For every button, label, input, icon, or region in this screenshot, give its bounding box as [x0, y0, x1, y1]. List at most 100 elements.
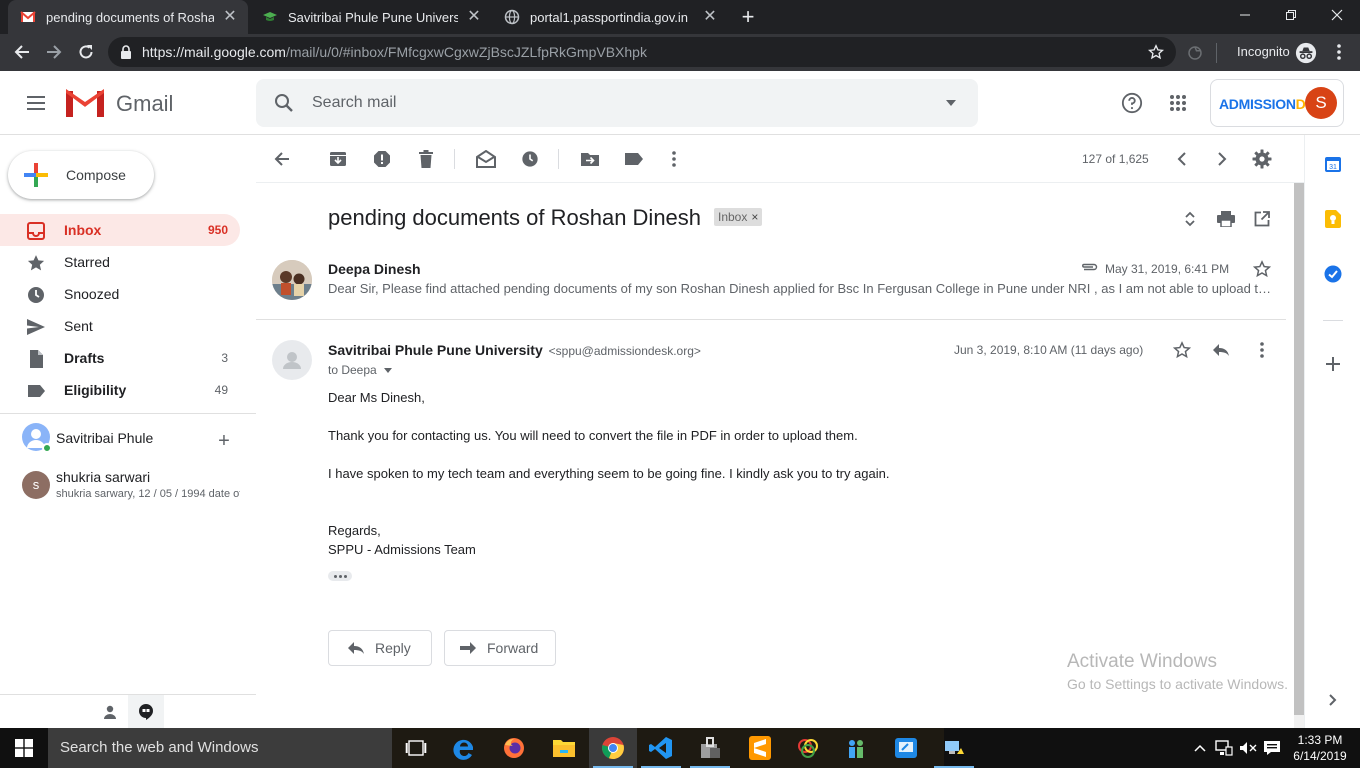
taskbar-file-explorer[interactable] — [540, 728, 588, 768]
newer-button[interactable] — [1170, 147, 1194, 171]
taskbar-edge[interactable] — [440, 728, 488, 768]
apps-button[interactable] — [1162, 87, 1194, 119]
delete-button[interactable] — [414, 147, 438, 171]
settings-button[interactable] — [1250, 147, 1274, 171]
taskbar-app-circles[interactable] — [784, 728, 832, 768]
reload-button[interactable] — [72, 38, 100, 66]
taskbar-remote-desktop[interactable] — [882, 728, 930, 768]
contacts-tab[interactable] — [92, 695, 128, 729]
minimize-button[interactable] — [1222, 0, 1268, 30]
taskbar-network-app[interactable] — [930, 728, 978, 768]
recipients-toggle[interactable]: to Deepa — [328, 363, 393, 377]
close-window-button[interactable] — [1314, 0, 1360, 30]
move-to-button[interactable] — [578, 147, 602, 171]
sidebar-item-label: Inbox — [64, 222, 102, 238]
taskbar-vscode[interactable] — [637, 728, 685, 768]
close-icon[interactable]: ✕ — [222, 9, 238, 25]
bookmark-star-icon[interactable] — [1148, 44, 1164, 60]
expand-all-button[interactable] — [1178, 207, 1202, 231]
remove-label-icon[interactable]: × — [751, 210, 758, 224]
browser-tab-gmail[interactable]: pending documents of Roshan Dinesh ✕ — [8, 0, 248, 34]
message-date[interactable]: Jun 3, 2019, 8:10 AM (11 days ago) — [954, 343, 1143, 357]
search-input[interactable] — [312, 91, 912, 115]
taskbar-chrome[interactable] — [589, 728, 637, 768]
sender-name[interactable]: Deepa Dinesh — [328, 261, 421, 277]
search-icon[interactable] — [272, 91, 296, 115]
hangouts-tab[interactable] — [128, 695, 164, 729]
sender-name[interactable]: Savitribai Phule Pune University <sppu@a… — [328, 342, 701, 358]
url-path: /mail/u/0/#inbox/FMfcgxwCgxwZjBscJZLfpRk… — [285, 44, 647, 60]
back-to-inbox-button[interactable] — [270, 147, 294, 171]
taskbar-app-security[interactable] — [686, 728, 734, 768]
older-button[interactable] — [1210, 147, 1234, 171]
add-contact-button[interactable]: + — [214, 431, 234, 451]
avatar[interactable]: S — [1305, 87, 1337, 119]
message-snippet[interactable]: Dear Sir, Please find attached pending d… — [328, 281, 1273, 296]
open-in-new-window-button[interactable] — [1250, 207, 1274, 231]
snooze-button[interactable] — [518, 147, 542, 171]
windows-taskbar: Search the web and Windows 1:33 PM 6/14/… — [0, 728, 1360, 768]
keep-addon[interactable] — [1323, 209, 1343, 229]
sidebar-item-starred[interactable]: Starred — [0, 246, 240, 278]
account-switcher[interactable]: ADMISSIONDESK S — [1210, 79, 1344, 127]
new-tab-button[interactable]: + — [736, 5, 760, 29]
calendar-addon[interactable]: 31 — [1323, 154, 1343, 174]
chrome-icon — [602, 737, 624, 760]
browser-tab-sppu[interactable]: Savitribai Phule Pune University ✕ — [250, 0, 492, 34]
taskbar-search-box[interactable]: Search the web and Windows — [48, 728, 392, 768]
show-hidden-icons-button[interactable] — [1190, 738, 1210, 758]
show-side-panel-button[interactable] — [1323, 690, 1343, 710]
taskbar-clock[interactable]: 1:33 PM 6/14/2019 — [1290, 732, 1350, 764]
network-tray-button[interactable] — [1214, 738, 1234, 758]
reply-icon[interactable] — [1212, 343, 1230, 357]
main-menu-button[interactable] — [20, 87, 52, 119]
forward-button[interactable]: Forward — [444, 630, 556, 666]
more-vert-icon[interactable] — [1259, 341, 1265, 359]
restore-button[interactable] — [1268, 0, 1314, 30]
sidebar-item-sent[interactable]: Sent — [0, 310, 240, 342]
address-bar[interactable]: https://mail.google.com/mail/u/0/#inbox/… — [108, 37, 1176, 67]
tasks-addon[interactable] — [1323, 264, 1343, 284]
hangouts-contact[interactable]: Savitribai Phule — [22, 423, 153, 453]
inbox-label-chip[interactable]: Inbox × — [714, 208, 763, 226]
start-button[interactable] — [0, 728, 48, 768]
hangouts-contact[interactable]: s shukria sarwari shukria sarwary, 12 / … — [22, 469, 240, 500]
report-spam-button[interactable] — [370, 147, 394, 171]
close-icon[interactable]: ✕ — [702, 9, 718, 25]
caret-down-icon[interactable] — [946, 100, 956, 106]
sidebar-item-eligibility[interactable]: Eligibility 49 — [0, 374, 240, 406]
support-button[interactable] — [1116, 87, 1148, 119]
print-all-button[interactable] — [1214, 207, 1238, 231]
star-icon[interactable] — [1253, 260, 1271, 278]
incognito-icon[interactable] — [1295, 42, 1317, 64]
gmail-logo-icon[interactable] — [66, 89, 104, 117]
sidebar-item-drafts[interactable]: Drafts 3 — [0, 342, 240, 374]
star-icon[interactable] — [1173, 341, 1191, 359]
show-trimmed-content-button[interactable] — [328, 571, 352, 581]
labels-button[interactable] — [622, 147, 646, 171]
message-date[interactable]: May 31, 2019, 6:41 PM — [1105, 262, 1229, 276]
compose-button[interactable]: Compose — [8, 151, 154, 199]
scrollbar-thumb[interactable] — [1294, 183, 1304, 715]
volume-tray-button[interactable] — [1238, 738, 1258, 758]
action-center-button[interactable] — [1262, 738, 1282, 758]
extension-icon[interactable] — [1186, 44, 1204, 62]
reply-button[interactable]: Reply — [328, 630, 432, 666]
archive-button[interactable] — [326, 147, 350, 171]
sidebar-item-inbox[interactable]: Inbox 950 — [0, 214, 240, 246]
get-addons-button[interactable] — [1323, 354, 1343, 374]
sidebar-item-snoozed[interactable]: Snoozed — [0, 278, 240, 310]
mark-unread-button[interactable] — [474, 147, 498, 171]
browser-tab-passport[interactable]: portal1.passportindia.gov.in ✕ — [492, 0, 728, 34]
back-button[interactable] — [8, 38, 36, 66]
forward-button[interactable] — [40, 38, 68, 66]
taskbar-firefox[interactable] — [490, 728, 538, 768]
scrollbar[interactable] — [1294, 183, 1304, 728]
more-vert-icon[interactable] — [1331, 43, 1347, 61]
taskbar-sublime[interactable] — [736, 728, 784, 768]
forward-label: Forward — [487, 640, 539, 656]
taskbar-app-people[interactable] — [832, 728, 880, 768]
close-icon[interactable]: ✕ — [466, 9, 482, 25]
task-view-button[interactable] — [392, 728, 440, 768]
more-actions-button[interactable] — [662, 147, 686, 171]
